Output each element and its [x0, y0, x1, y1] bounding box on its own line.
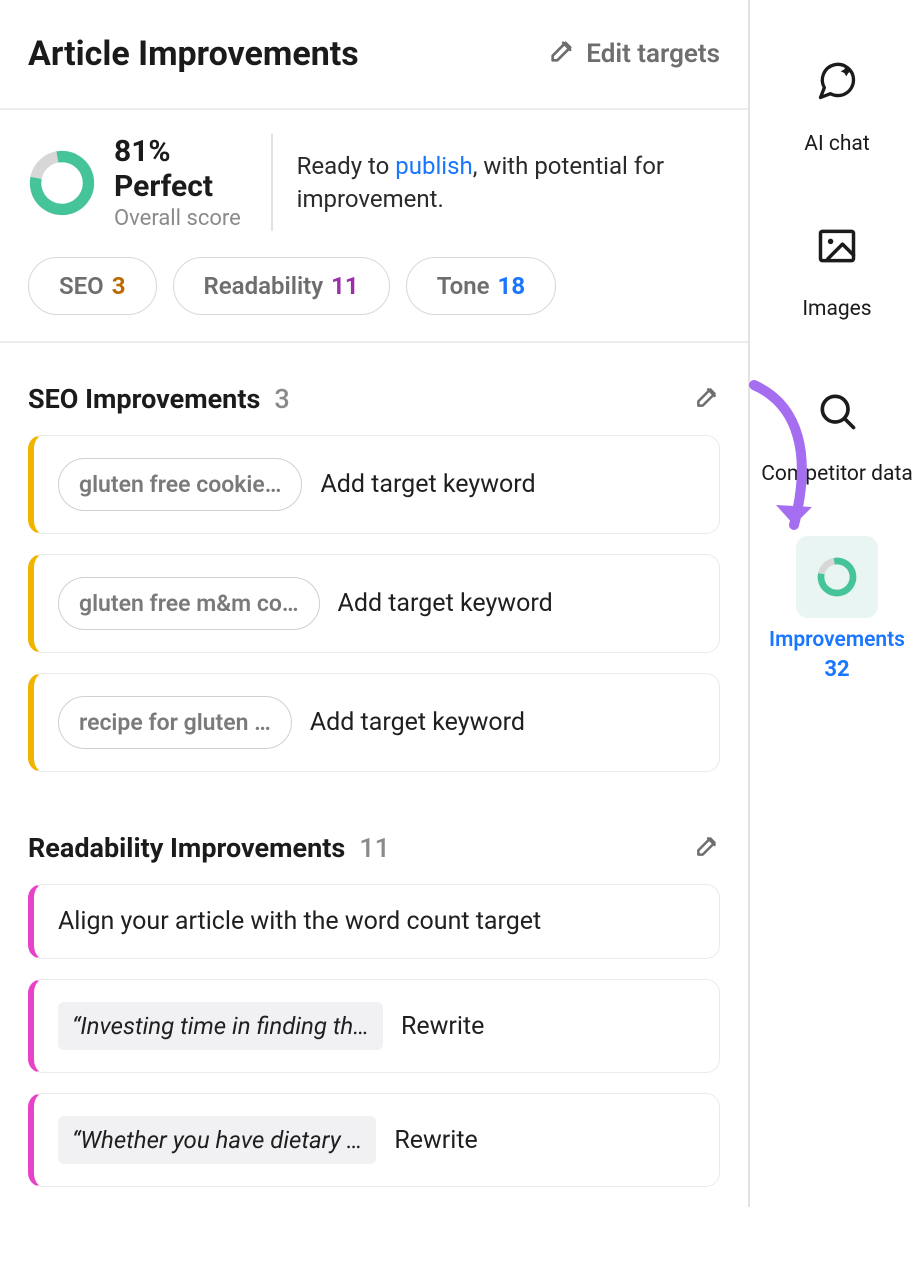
edit-icon [548, 37, 576, 72]
seo-edit-button[interactable] [694, 384, 720, 414]
chip-readability-count: 11 [331, 272, 359, 300]
chip-tone[interactable]: Tone 18 [406, 257, 556, 315]
readability-section: Readability Improvements 11 Align your a… [0, 792, 748, 1187]
image-icon [796, 205, 878, 287]
readability-card[interactable]: “Whether you have dietary … Rewrite [28, 1093, 720, 1187]
publish-link[interactable]: publish [395, 152, 472, 180]
card-action-label: Rewrite [401, 1012, 484, 1041]
card-action-label: Add target keyword [338, 589, 553, 618]
chip-seo-count: 3 [112, 272, 126, 300]
card-text: Align your article with the word count t… [58, 907, 541, 936]
chip-seo-label: SEO [59, 272, 104, 300]
keyword-chip[interactable]: recipe for gluten … [58, 696, 292, 749]
keyword-chip[interactable]: gluten free m&m co… [58, 577, 320, 630]
card-action-label: Add target keyword [320, 470, 535, 499]
quote-chip: “Investing time in finding th… [58, 1002, 383, 1050]
sidebar-item-competitor-data[interactable]: Competitor data [761, 370, 913, 487]
score-subtitle: Overall score [114, 206, 247, 231]
chip-tone-label: Tone [437, 272, 490, 300]
seo-section-count: 3 [274, 383, 289, 415]
chip-seo[interactable]: SEO 3 [28, 257, 157, 315]
donut-icon [796, 536, 878, 618]
sidebar-item-label: Images [802, 297, 871, 322]
sidebar-item-label: Improvements [769, 628, 905, 653]
readability-card[interactable]: “Investing time in finding th… Rewrite [28, 979, 720, 1073]
readability-section-count: 11 [359, 832, 390, 864]
sidebar-item-images[interactable]: Images [796, 205, 878, 322]
card-action-label: Rewrite [394, 1126, 477, 1155]
score-value: 81% Perfect [114, 134, 247, 204]
chip-readability[interactable]: Readability 11 [173, 257, 390, 315]
sidebar-item-ai-chat[interactable]: AI chat [796, 40, 878, 157]
readability-section-title: Readability Improvements [28, 832, 345, 864]
score-desc-prefix: Ready to [297, 152, 396, 180]
sidebar-item-label: Competitor data [761, 462, 913, 487]
seo-section: SEO Improvements 3 gluten free cookie… A… [0, 343, 748, 772]
score-donut-icon [28, 149, 96, 217]
header-bar: Article Improvements Edit targets [0, 0, 748, 110]
chip-readability-label: Readability [204, 272, 324, 300]
quote-chip: “Whether you have dietary … [58, 1116, 376, 1164]
chat-icon [796, 40, 878, 122]
page-title: Article Improvements [28, 34, 359, 74]
sidebar-item-improvements[interactable]: Improvements 32 [769, 536, 905, 682]
sidebar-item-label: AI chat [804, 132, 869, 157]
sidebar-item-count: 32 [824, 657, 849, 682]
readability-edit-button[interactable] [694, 833, 720, 863]
chip-tone-count: 18 [498, 272, 526, 300]
readability-card[interactable]: Align your article with the word count t… [28, 884, 720, 959]
score-description: Ready to publish, with potential for imp… [273, 150, 720, 215]
seo-card[interactable]: recipe for gluten … Add target keyword [28, 673, 720, 772]
score-panel: 81% Perfect Overall score Ready to publi… [0, 110, 748, 343]
keyword-chip[interactable]: gluten free cookie… [58, 458, 302, 511]
edit-targets-label: Edit targets [586, 39, 720, 69]
edit-targets-button[interactable]: Edit targets [548, 37, 720, 72]
seo-section-title: SEO Improvements [28, 383, 260, 415]
search-icon [796, 370, 878, 452]
seo-card[interactable]: gluten free m&m co… Add target keyword [28, 554, 720, 653]
card-action-label: Add target keyword [310, 708, 525, 737]
seo-card[interactable]: gluten free cookie… Add target keyword [28, 435, 720, 534]
right-sidebar: AI chat Images Competitor data [750, 0, 924, 1207]
